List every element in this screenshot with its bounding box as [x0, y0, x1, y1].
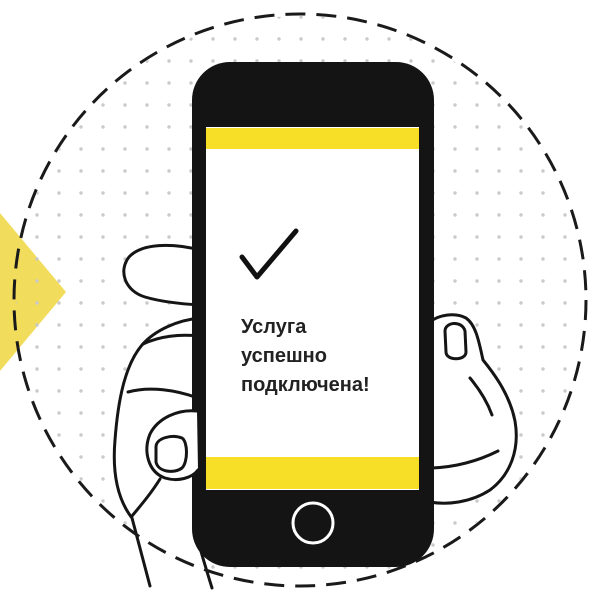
- message-line-1: Услуга: [241, 316, 307, 338]
- message-line-3: подключена!: [241, 374, 370, 396]
- illustration-canvas: Услуга успешно подключена!: [0, 0, 592, 593]
- left-thumbnail: [154, 434, 188, 473]
- illustration: Услуга успешно подключена!: [0, 0, 592, 593]
- message-line-2: успешно: [241, 345, 327, 367]
- phone: Услуга успешно подключена!: [192, 62, 434, 567]
- screen-top-bar: [206, 128, 419, 149]
- screen-bottom-bar: [206, 457, 419, 489]
- phone-screen: [206, 127, 419, 490]
- right-fingernail: [443, 322, 468, 361]
